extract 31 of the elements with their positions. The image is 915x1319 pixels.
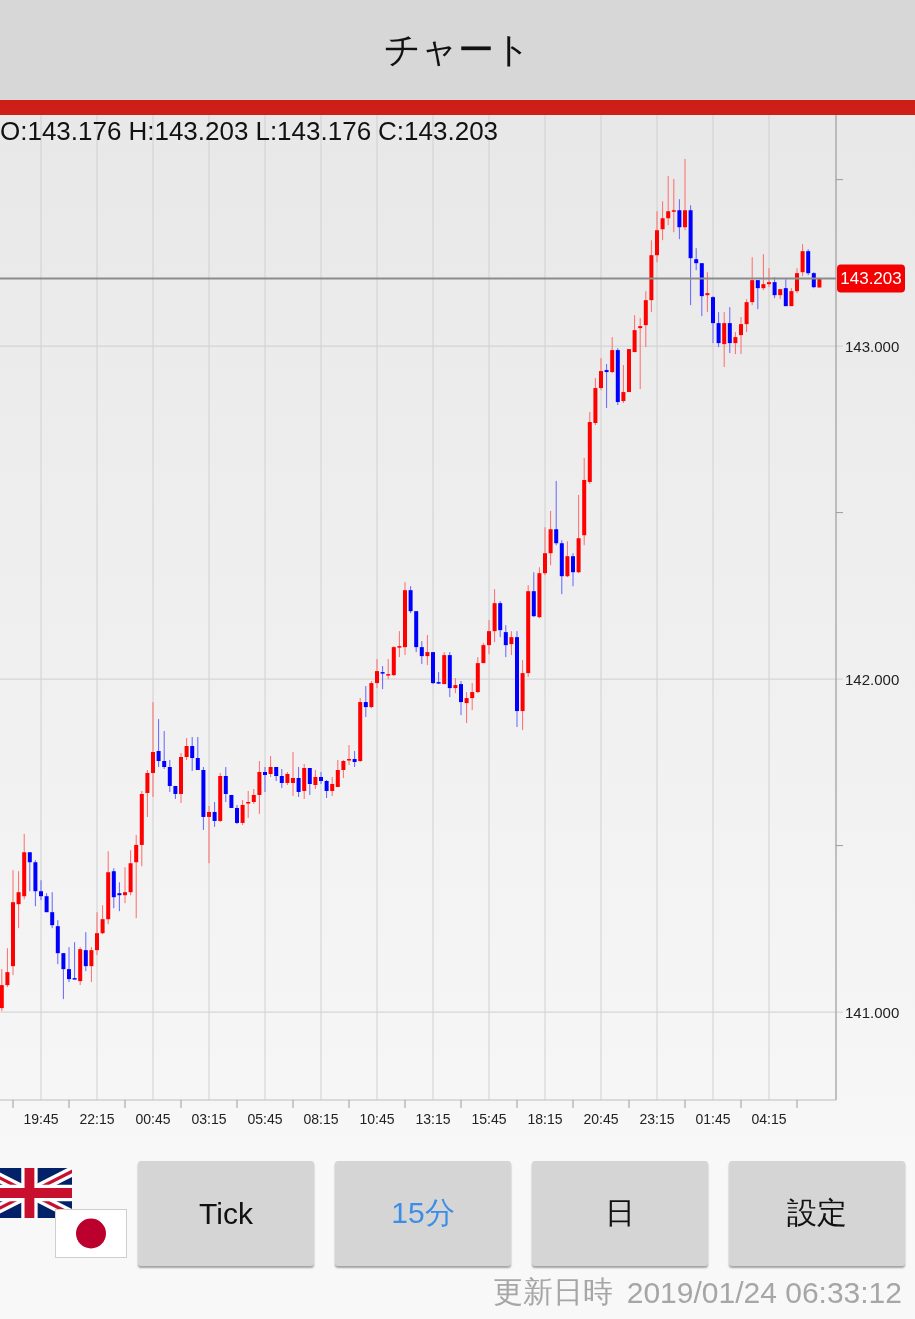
axis-label: 19:45: [23, 1111, 59, 1127]
axis-label: 143.000: [845, 337, 900, 355]
axis-label: 05:45: [247, 1111, 283, 1127]
axis-label: 15:45: [471, 1111, 507, 1127]
axis-label: 18:15: [527, 1111, 563, 1127]
toolbar-button[interactable]: 設定: [729, 1161, 905, 1266]
price-reading: C:143.203: [378, 116, 499, 146]
update-time-value: 2019/01/24 06:33:12: [626, 1275, 902, 1310]
screen-title: チャート: [384, 27, 531, 72]
toolbar-button[interactable]: Tick: [138, 1161, 314, 1266]
axis-label: 10:45: [359, 1111, 395, 1127]
japan-flag-icon: [55, 1208, 127, 1258]
axis-label: 22:15: [79, 1111, 115, 1127]
axis-label: 13:15: [415, 1111, 451, 1127]
axis-label: 03:15: [191, 1111, 227, 1127]
price-reading: H:143.203: [128, 116, 249, 146]
axis-label: 00:45: [135, 1111, 171, 1127]
axis-label: 142.000: [845, 670, 900, 688]
toolbar-button[interactable]: 日: [532, 1161, 708, 1266]
axis-label: 141.000: [845, 1003, 900, 1021]
update-time-label: 更新日時: [492, 1274, 613, 1310]
axis-label: 04:15: [751, 1111, 787, 1127]
ref-line-label: 143.203: [840, 269, 902, 288]
price-tag: 143.203: [837, 264, 905, 293]
axis-label: 20:45: [583, 1111, 619, 1127]
axis-label: 01:45: [695, 1111, 731, 1127]
axis-label: 08:15: [303, 1111, 339, 1127]
currency-pair-button[interactable]: [0, 1167, 128, 1260]
price-reading: L:143.176: [255, 116, 372, 146]
price-reading: O:143.176: [0, 116, 122, 146]
axis-label: 23:15: [639, 1111, 675, 1127]
